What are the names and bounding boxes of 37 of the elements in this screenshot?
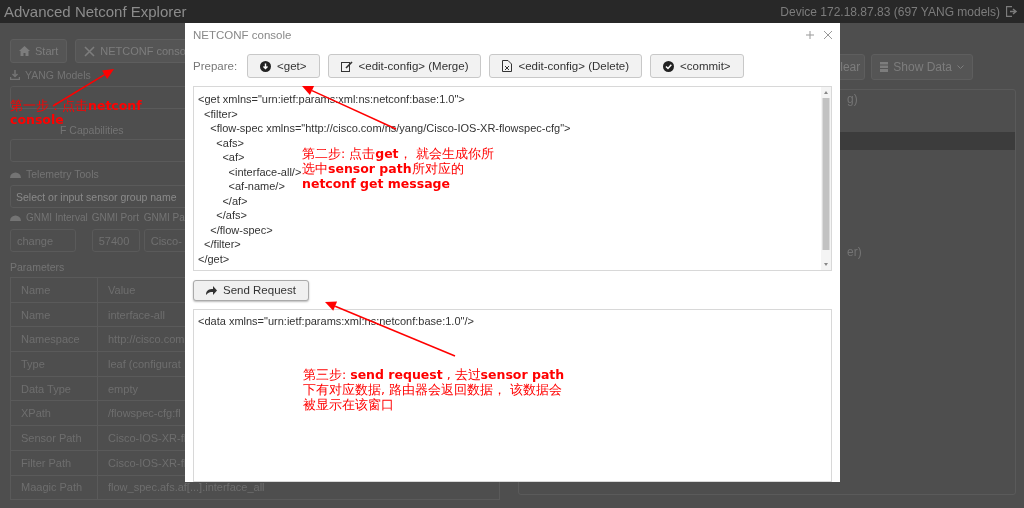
code-line: <af>	[221, 150, 245, 165]
download-icon	[10, 70, 20, 80]
annotation-text: 第三步: send request , 去过sensor path下有对应数据, 路由器会返回数据， 该数据会被显示在该窗口	[303, 367, 565, 412]
action-button[interactable]: <commit>	[650, 54, 744, 78]
code-line: <afs>	[215, 135, 244, 150]
edit-icon	[340, 60, 353, 72]
maximize-icon[interactable]	[806, 31, 814, 39]
code-line: </af>	[221, 193, 248, 208]
prepare-label: Prepare:	[193, 60, 238, 72]
action-button[interactable]: <edit-config> (Merge)	[327, 54, 482, 78]
code-line: </get>	[198, 251, 230, 266]
share-arrow-icon	[206, 285, 217, 295]
action-button[interactable]: <edit-config> (Delete)	[489, 54, 643, 78]
download-icon	[260, 60, 272, 72]
app-title: Advanced Netconf Explorer	[4, 3, 187, 20]
request-editor[interactable]	[193, 86, 832, 271]
logout-icon[interactable]	[1006, 6, 1018, 17]
gauge-icon	[10, 213, 21, 222]
code-line: <filter>	[203, 106, 238, 121]
device-info: Device 172.18.87.83 (697 YANG models)	[780, 4, 1000, 19]
check-circle-icon	[663, 60, 675, 72]
code-line: </flow-spec>	[209, 222, 273, 237]
code-line: </filter>	[203, 237, 241, 252]
send-request-button[interactable]: Send Request	[193, 280, 309, 301]
action-button[interactable]: <get>	[247, 54, 320, 78]
caret-icon	[957, 64, 964, 70]
code-line: <flow-spec xmlns="http://cisco.com/ns/yang/Cisco-IOS-XR-flowspec-cfg">	[209, 121, 571, 136]
home-icon	[19, 46, 30, 56]
database-icon	[880, 62, 889, 72]
close-icon[interactable]	[824, 31, 832, 39]
code-line: <af-name/>	[227, 179, 285, 194]
annotation-text: 第二步: 点击get， 就会生成你所选中sensor path所对应的netconf get message	[302, 146, 495, 191]
code-line: <interface-all/>	[227, 164, 302, 179]
code-line: </afs>	[215, 208, 247, 223]
file-x-icon	[502, 60, 513, 72]
dialog-title: NETCONF console	[193, 29, 292, 41]
annotation-text: 第一步：点击netconf console	[10, 99, 143, 127]
